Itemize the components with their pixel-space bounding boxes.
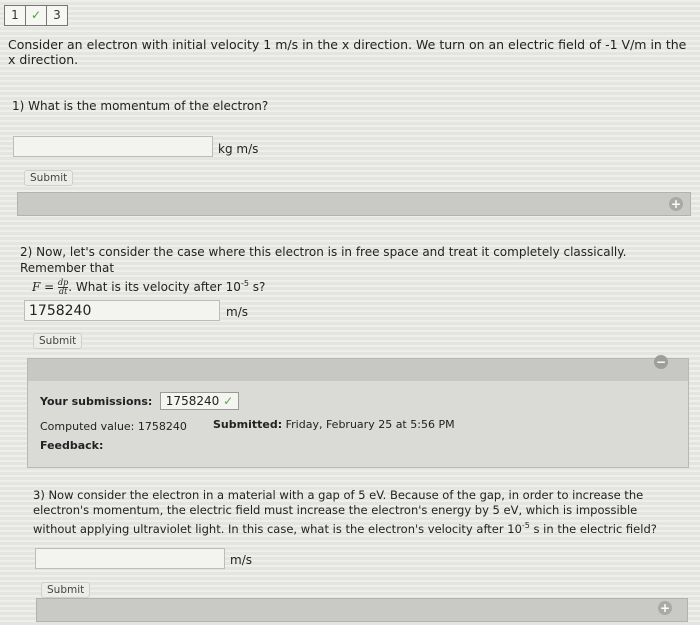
submitted-value-box: 1758240 ✓ bbox=[159, 392, 240, 410]
question-1-answer-input[interactable] bbox=[13, 136, 213, 157]
question-1-unit: kg m/s bbox=[218, 142, 259, 156]
question-2-exponent: -5 bbox=[240, 279, 249, 288]
question-2-feedback-panel: − Your submissions: 1758240 ✓ Computed v… bbox=[27, 355, 689, 468]
step-1[interactable]: 1 bbox=[4, 5, 26, 26]
expand-plus-icon-2[interactable]: + bbox=[658, 601, 672, 615]
question-2-answer-input[interactable]: 1758240 bbox=[24, 300, 220, 321]
question-2-unit: m/s bbox=[226, 305, 248, 319]
submissions-label: Your submissions: bbox=[40, 395, 153, 408]
feedback-panel-header[interactable] bbox=[28, 359, 688, 381]
question-1-text: 1) What is the momentum of the electron? bbox=[12, 99, 269, 113]
question-3-text: 3) Now consider the electron in a materi… bbox=[33, 488, 663, 537]
submitted-time-row: Submitted: Friday, February 25 at 5:56 P… bbox=[213, 418, 455, 431]
question-2-text-part-b: . What is its velocity after 10 bbox=[68, 280, 241, 294]
question-1-feedback-bar[interactable] bbox=[17, 192, 691, 216]
question-2-text: 2) Now, let's consider the case where th… bbox=[20, 244, 680, 296]
question-1-submit-button[interactable]: Submit bbox=[24, 170, 74, 186]
step-3[interactable]: 3 bbox=[46, 5, 68, 26]
submitted-time: Friday, February 25 at 5:56 PM bbox=[285, 418, 455, 431]
problem-statement: Consider an electron with initial veloci… bbox=[8, 37, 687, 67]
step-2-check-icon[interactable]: ✓ bbox=[25, 5, 47, 26]
computed-value: Computed value: 1758240 bbox=[40, 420, 187, 433]
question-3-exponent: -5 bbox=[521, 521, 530, 530]
submissions-row: Your submissions: 1758240 ✓ bbox=[40, 392, 240, 410]
question-3-submit-button[interactable]: Submit bbox=[41, 582, 91, 598]
question-2-text-part-c: s? bbox=[248, 280, 266, 294]
question-3-answer-input[interactable] bbox=[35, 548, 225, 569]
step-navigator: 1 ✓ 3 bbox=[4, 5, 68, 26]
question-3-unit: m/s bbox=[230, 553, 252, 567]
submitted-value: 1758240 bbox=[165, 394, 220, 408]
question-3-feedback-bar[interactable] bbox=[36, 598, 688, 622]
submitted-label: Submitted: bbox=[213, 418, 283, 431]
question-2-text-part-a: 2) Now, let's consider the case where th… bbox=[20, 245, 627, 275]
formula-fraction: dp dt bbox=[58, 279, 69, 296]
expand-plus-icon[interactable]: + bbox=[669, 197, 683, 211]
formula-lhs: F = bbox=[32, 280, 55, 294]
feedback-label: Feedback: bbox=[40, 439, 104, 452]
question-2-submit-button[interactable]: Submit bbox=[33, 333, 83, 349]
question-3-text-part-b: s in the electric field? bbox=[529, 521, 657, 536]
collapse-minus-icon[interactable]: − bbox=[654, 355, 668, 369]
formula-denominator: dt bbox=[58, 287, 68, 296]
correct-check-icon: ✓ bbox=[223, 394, 234, 408]
